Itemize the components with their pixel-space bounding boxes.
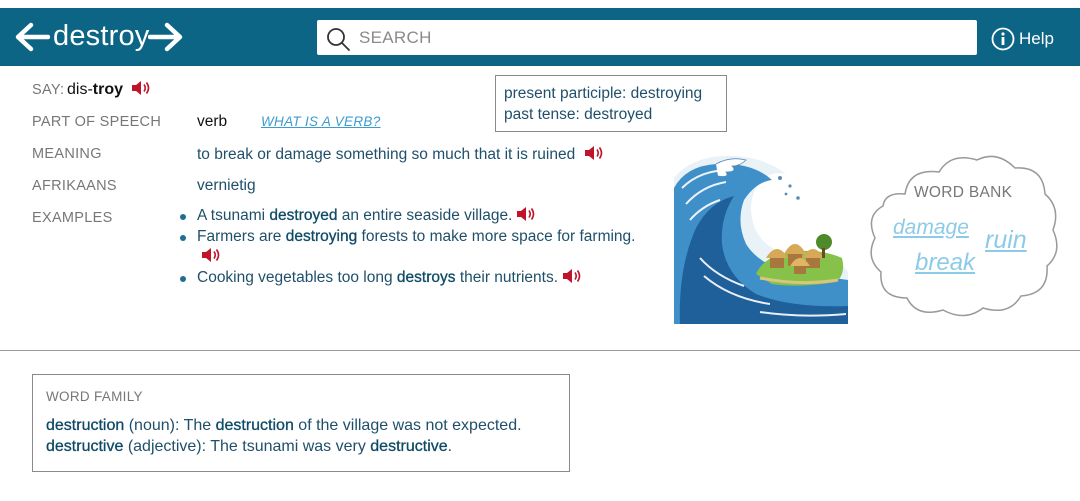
speaker-icon[interactable] <box>131 80 151 96</box>
info-icon <box>991 27 1015 51</box>
word-family-title: WORD FAMILY <box>46 389 143 404</box>
part-of-speech-value: verb <box>197 113 228 130</box>
family-text: (noun): The <box>124 417 216 434</box>
example-keyword: destroyed <box>269 207 338 224</box>
forward-arrow-icon[interactable] <box>148 22 184 52</box>
present-participle: present participle: destroying <box>504 85 703 102</box>
afrikaans-value: vernietig <box>197 177 256 194</box>
word-family-box: WORD FAMILY destruction (noun): The dest… <box>32 374 570 472</box>
family-text: . <box>447 438 453 455</box>
family-word: destruction <box>215 417 294 434</box>
what-is-a-verb-link[interactable]: WHAT IS A VERB? <box>261 114 381 129</box>
word-bank-title: WORD BANK <box>914 184 1013 201</box>
family-word: destructive <box>370 438 448 455</box>
past-tense: past tense: destroyed <box>504 106 653 123</box>
say-label: SAY: <box>32 82 65 98</box>
example-item: Farmers are destroying forests to make m… <box>180 227 640 268</box>
word-bank-link-damage[interactable]: damage <box>893 216 969 240</box>
family-word: destruction <box>46 417 125 434</box>
verb-forms-box: present participle: destroying past tens… <box>495 75 727 132</box>
examples-list: A tsunami destroyed an entire seaside vi… <box>180 206 640 288</box>
example-keyword: destroys <box>396 268 456 286</box>
pronunciation: dis-troy <box>67 80 151 99</box>
word-family-entry: destructive (adjective): The tsunami was… <box>46 438 452 456</box>
speaker-icon[interactable] <box>584 145 604 161</box>
example-text: an entire seaside village. <box>337 207 513 224</box>
family-text: of the village was not expected. <box>293 417 522 434</box>
help-button[interactable]: Help <box>991 27 1054 51</box>
family-word: destructive <box>46 438 124 455</box>
search-input[interactable] <box>359 23 959 52</box>
word-family-entry: destruction (noun): The destruction of t… <box>46 417 522 435</box>
meaning-row: to break or damage something so much tha… <box>197 145 604 164</box>
meaning-value: to break or damage something so much tha… <box>197 146 576 163</box>
search-box[interactable] <box>317 20 977 55</box>
afrikaans-label: AFRIKAANS <box>32 178 117 194</box>
meaning-label: MEANING <box>32 146 102 162</box>
example-text: A tsunami <box>197 207 270 224</box>
header-bar: destroy Help <box>0 8 1080 66</box>
speaker-icon[interactable] <box>516 206 536 222</box>
speaker-icon[interactable] <box>201 247 221 263</box>
example-text: Cooking vegetables too long <box>197 268 397 286</box>
example-item: Cooking vegetables too long destroys the… <box>180 268 640 289</box>
example-text: Farmers are <box>197 227 286 245</box>
word-bank-link-ruin[interactable]: ruin <box>985 226 1027 255</box>
help-label: Help <box>1019 29 1054 48</box>
pronunciation-syllable-1: dis- <box>67 81 93 98</box>
family-text: (adjective): The tsunami was very <box>123 438 371 455</box>
examples-label: EXAMPLES <box>32 210 113 226</box>
example-item: A tsunami destroyed an entire seaside vi… <box>180 206 640 227</box>
example-keyword: destroying <box>285 227 358 245</box>
part-of-speech-label: PART OF SPEECH <box>32 114 162 130</box>
search-icon[interactable] <box>325 26 351 52</box>
page-title: destroy <box>53 20 150 52</box>
tsunami-illustration <box>672 152 848 324</box>
pronunciation-syllable-2: troy <box>92 81 124 98</box>
example-text: their nutrients. <box>455 268 559 286</box>
back-arrow-icon[interactable] <box>14 22 50 52</box>
speaker-icon[interactable] <box>562 268 582 284</box>
section-divider <box>0 350 1080 351</box>
example-text: forests to make more space for farming. <box>357 227 636 245</box>
word-bank-link-break[interactable]: break <box>915 249 975 277</box>
